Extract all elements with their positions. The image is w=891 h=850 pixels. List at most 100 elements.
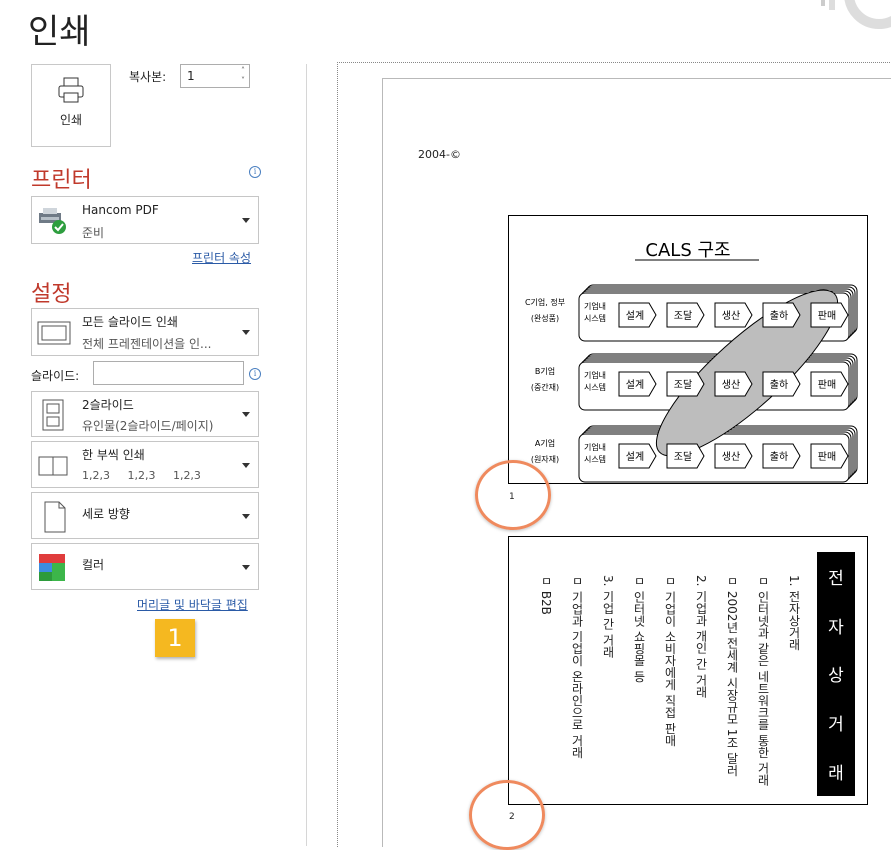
layout-dropdown[interactable]: 2슬라이드 유인물(2슬라이드/페이지) [31, 391, 259, 437]
printer-dropdown[interactable]: Hancom PDF 준비 [31, 196, 259, 244]
slide2-text-column: ㅁ 2002년 전세계 시장규모 1조 달러 [725, 575, 739, 777]
slide2-title-char: 자 [828, 617, 844, 638]
print-button[interactable]: 인쇄 [31, 64, 111, 147]
slide2-title-char: 전 [828, 568, 844, 589]
collate-title: 한 부씩 인쇄 [82, 448, 145, 462]
copies-value: 1 [187, 69, 195, 83]
color-title: 컬러 [82, 558, 105, 572]
highlight-circle-1 [475, 460, 551, 530]
row-sublabel: (중간재) [531, 382, 559, 392]
layout-subtitle: 유인물(2슬라이드/페이지) [82, 419, 214, 433]
row-label: C기업, 정부 [525, 297, 565, 307]
stage-box: 설계 [618, 371, 657, 397]
color-dropdown[interactable]: 컬러 [31, 543, 259, 590]
system-label: 기업내 [584, 371, 606, 380]
printer-icon [58, 77, 84, 103]
preview-slide-2: 전자상거래 1. 전자상거래 ㅁ 인터넷과 같은 네트워크를 통한 거래 ㅁ 200… [508, 536, 868, 805]
stage-box: 출하 [762, 302, 801, 328]
stage-box: 조달 [666, 443, 705, 469]
print-range-title: 모든 슬라이드 인쇄 [82, 315, 178, 329]
print-range-subtitle: 전체 프레젠테이션을 인... [82, 337, 212, 351]
stage-label: 판매 [818, 379, 836, 391]
printer-status: 준비 [82, 226, 105, 240]
stage-label: 설계 [626, 379, 644, 391]
printer-properties-link[interactable]: 프린터 속성 [192, 249, 251, 266]
slide2-title-char: 상 [828, 666, 844, 687]
slide2-text-column: 3. 기업 간 거래 [601, 575, 615, 658]
slide2-text-column: 1. 전자상거래 [787, 575, 801, 651]
stage-label: 생산 [722, 451, 740, 463]
orientation-dropdown[interactable]: 세로 방향 [31, 492, 259, 539]
stage-label: 판매 [818, 451, 836, 463]
row-sublabel: (원자재) [531, 455, 559, 464]
page-title: 인쇄 [28, 12, 91, 52]
panel-divider [306, 64, 307, 846]
printer-status-icon [39, 208, 66, 234]
stage-label: 조달 [674, 451, 692, 463]
stage-box: 판매 [810, 371, 849, 397]
collate-subtitle: 1,2,3 1,2,3 1,2,3 [82, 469, 201, 482]
stage-label: 설계 [626, 451, 644, 463]
row-label: B기업 [535, 367, 555, 376]
chevron-down-icon [242, 218, 250, 223]
printer-info-icon[interactable]: i [249, 166, 261, 178]
stage-label: 출하 [770, 378, 788, 391]
portrait-icon [44, 501, 66, 533]
stage-box: 판매 [810, 302, 849, 328]
stage-box: 조달 [666, 371, 705, 397]
slide1-title: CALS 구조 [645, 240, 730, 261]
stage-label: 조달 [674, 310, 692, 322]
slide2-title-char: 래 [828, 764, 844, 785]
header-footer-link[interactable]: 머리글 및 바닥글 편집 [137, 596, 248, 613]
chevron-down-icon [242, 330, 250, 335]
print-range-dropdown[interactable]: 모든 슬라이드 인쇄 전체 프레젠테이션을 인... [31, 308, 259, 356]
slide2-text-column: ㅁ 기업과 기업이 온라인으로 거래 [570, 575, 584, 759]
slide2-text-column: 2. 기업과 개인 간 거래 [694, 575, 708, 698]
all-slides-icon [37, 321, 71, 345]
slide2-text-column: ㅁ 기업이 소비자에게 직접 판매 [663, 575, 677, 747]
cals-diagram: CALS 구조 C기업, 정부(완성품)기업내시스템B기업(중간재)기업내시스템… [525, 240, 858, 483]
stage-label: 설계 [626, 310, 644, 322]
page-header-text: 2004-© [418, 148, 461, 161]
printer-heading: 프린터 [31, 168, 92, 193]
chevron-down-icon [242, 565, 250, 570]
slide2-text-column: ㅁ 인터넷과 같은 네트워크를 통한 거래 [756, 575, 770, 787]
stage-box: 설계 [618, 302, 657, 328]
copies-input[interactable]: 1 ˄ ˅ [180, 64, 250, 88]
system-label: 기업내 [584, 443, 606, 452]
slides-info-icon[interactable]: i [249, 368, 261, 380]
stage-label: 생산 [722, 379, 740, 391]
callout-badge: 1 [155, 619, 195, 657]
settings-heading: 설정 [31, 282, 72, 307]
stage-label: 생산 [722, 310, 740, 322]
print-button-label: 인쇄 [59, 113, 83, 127]
collate-dropdown[interactable]: 한 부씩 인쇄 1,2,3 1,2,3 1,2,3 [31, 441, 259, 488]
stage-box: 생산 [714, 371, 753, 397]
stage-box: 조달 [666, 302, 705, 328]
slide2-title-bar: 전자상거래 [817, 552, 855, 796]
stage-box: 생산 [714, 302, 753, 328]
stage-box: 출하 [762, 443, 801, 469]
collate-icon [38, 456, 68, 476]
chevron-down-icon [242, 412, 250, 417]
row-sublabel: (완성품) [531, 314, 559, 323]
highlight-circle-2 [469, 780, 545, 850]
layout-title: 2슬라이드 [82, 398, 134, 412]
stage-box: 판매 [810, 443, 849, 469]
stage-label: 조달 [674, 379, 692, 391]
stage-label: 출하 [770, 309, 788, 322]
stage-label: 판매 [818, 310, 836, 322]
copies-label: 복사본: [129, 70, 167, 84]
copies-spinner[interactable]: ˄ ˅ [241, 66, 245, 86]
chevron-down-icon [242, 463, 250, 468]
chevron-down-icon [242, 514, 250, 519]
preview-slide-1: CALS 구조 C기업, 정부 (완성품) 기업내 시스템 B기업 (중간재) 기업내 시스템… [508, 215, 868, 484]
stage-label: 출하 [770, 450, 788, 463]
system-label: 시스템 [584, 454, 606, 464]
row-label: A기업 [535, 439, 555, 448]
orientation-title: 세로 방향 [82, 507, 130, 521]
slides-input[interactable] [93, 361, 244, 385]
slides-label: 슬라이드: [31, 369, 80, 383]
slide2-text-column: ㅁ B2B [539, 575, 553, 615]
system-label: 시스템 [584, 313, 606, 323]
